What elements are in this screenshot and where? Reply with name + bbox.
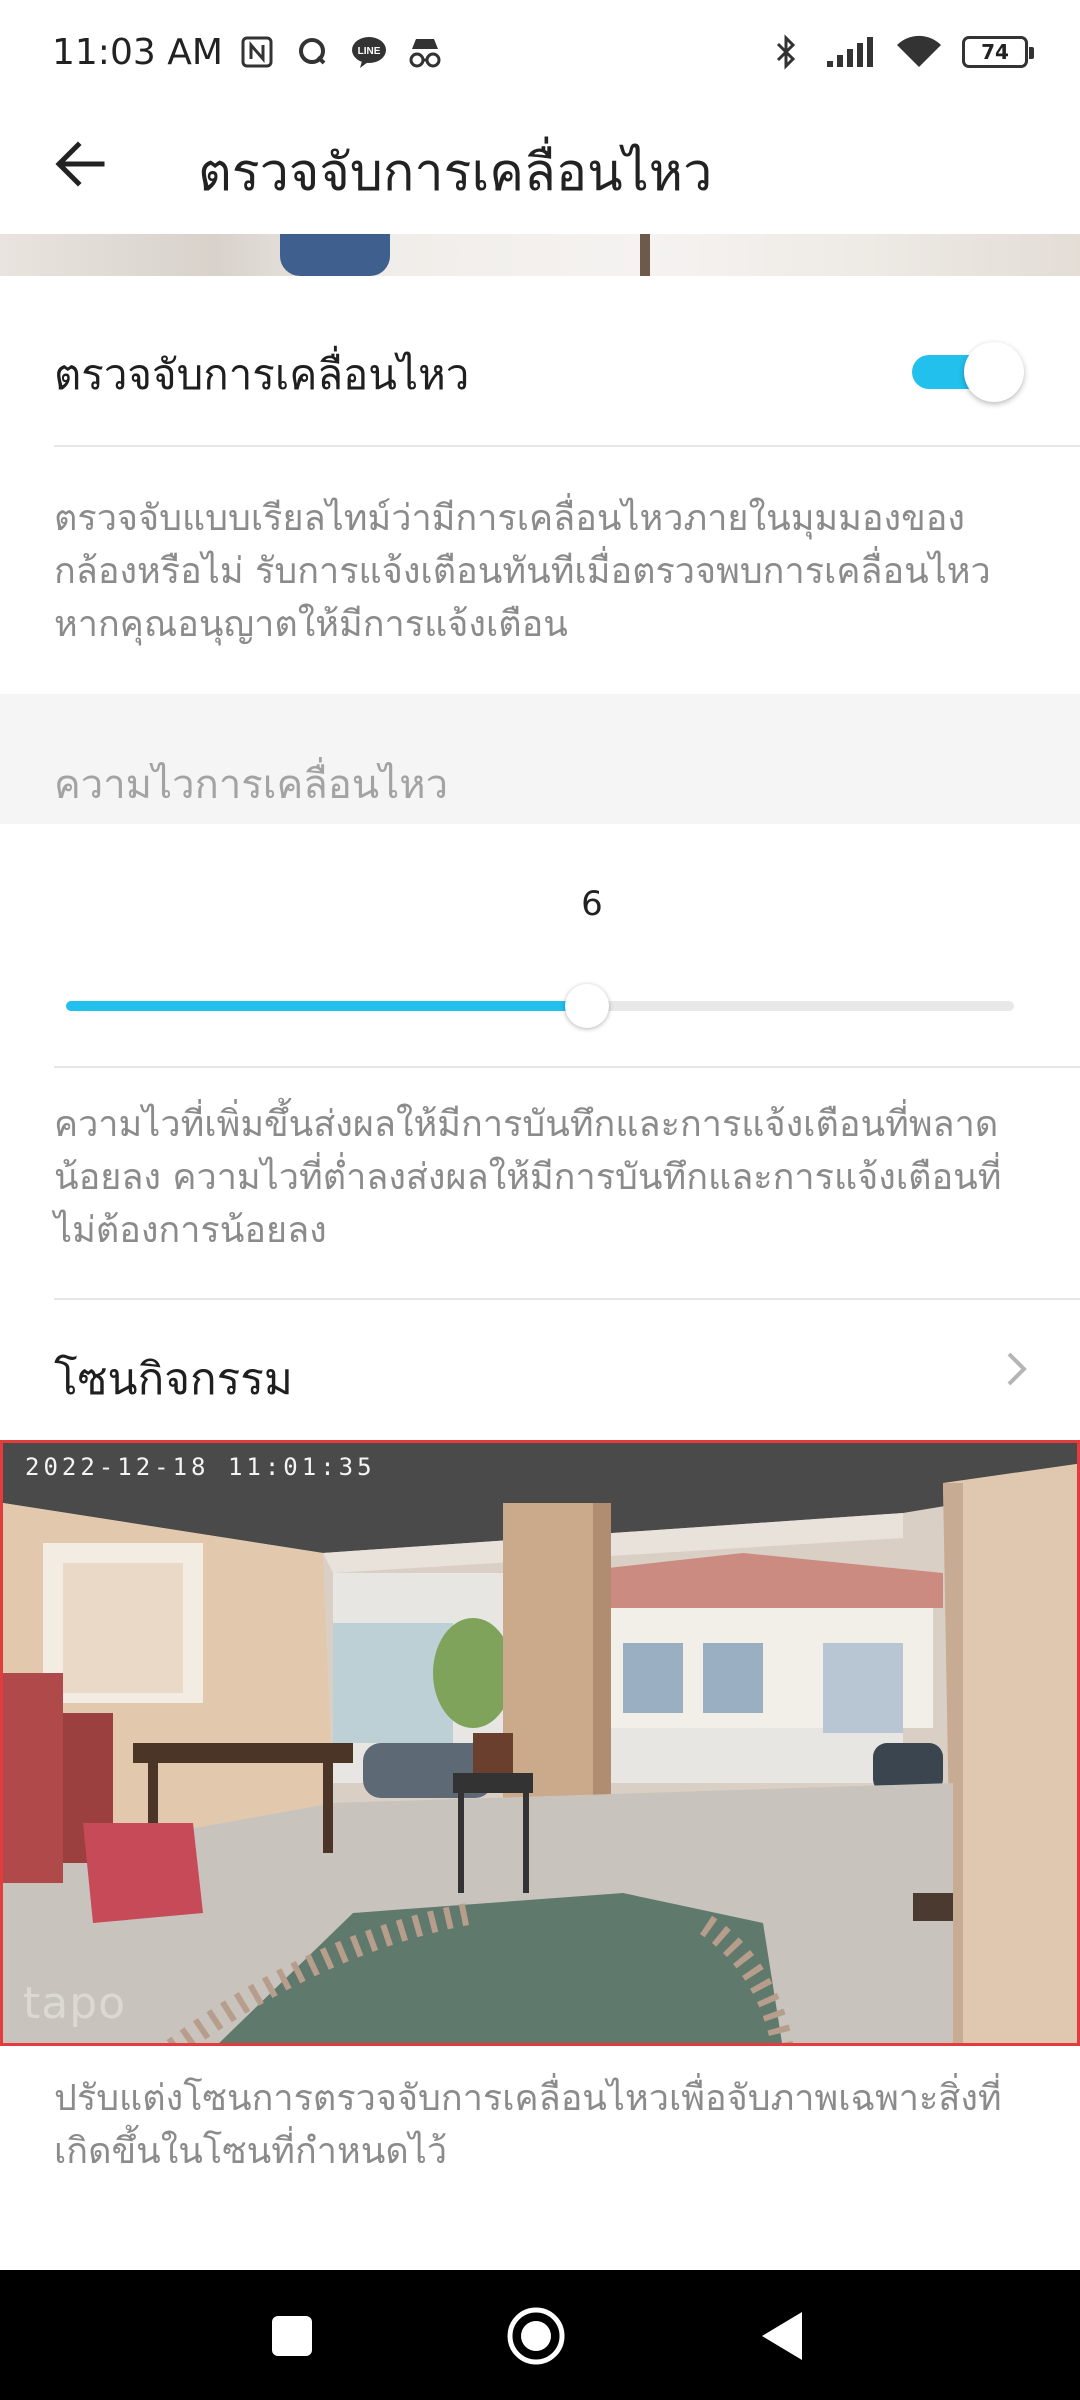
activity-zone-camera-image[interactable]: 2022-12-18 11:01:35 tapo — [0, 1440, 1080, 2046]
back-triangle-icon — [762, 2312, 802, 2360]
preview-figure — [280, 234, 390, 276]
system-nav-bar — [0, 2270, 1080, 2400]
preview-post — [640, 234, 650, 276]
motion-detection-description: ตรวจจับแบบเรียลไทม์ว่ามีการเคลื่อนไหวภาย… — [54, 498, 991, 645]
slider-thumb[interactable] — [565, 984, 610, 1028]
camera-timestamp: 2022-12-18 11:01:35 — [25, 1453, 376, 1481]
sensitivity-value: 6 — [581, 884, 603, 924]
screen: 11:03 AM LINE 74 ตรวจจับการเคลื่อนไหว ตร… — [0, 0, 1080, 2400]
page-title: ตรวจจับการเคลื่อนไหว — [198, 143, 713, 203]
sensitivity-section-header: ความไวการเคลื่อนไหว — [0, 694, 1080, 824]
activity-zone-description: ปรับแต่งโซนการตรวจจับการเคลื่อนไหวเพื่อจ… — [54, 2078, 1002, 2172]
wifi-icon — [894, 32, 944, 72]
recents-button[interactable] — [260, 2304, 324, 2368]
sensitivity-description: ความไวที่เพิ่มขึ้นส่งผลให้มีการบันทึกและ… — [54, 1104, 1002, 1251]
nfc-icon — [237, 32, 277, 72]
home-button[interactable] — [504, 2304, 568, 2368]
activity-zone-row[interactable]: โซนกิจกรรม — [0, 1300, 1080, 1440]
motion-detection-toggle[interactable] — [912, 340, 1024, 402]
status-notification-icons: LINE — [237, 32, 445, 72]
status-bar: 11:03 AM LINE 74 — [0, 0, 1080, 104]
toggle-knob — [964, 342, 1024, 402]
tapo-watermark: tapo — [23, 1978, 127, 2029]
status-system-icons: 74 — [766, 32, 1034, 72]
svg-text:LINE: LINE — [358, 46, 381, 57]
activity-zone-label: โซนกิจกรรม — [54, 1354, 293, 1405]
sensitivity-slider[interactable] — [66, 984, 1014, 1028]
line-icon: LINE — [349, 32, 389, 72]
app-bar: ตรวจจับการเคลื่อนไหว — [0, 104, 1080, 232]
incognito-icon — [405, 32, 445, 72]
arrow-left-icon — [55, 141, 105, 187]
recents-icon — [272, 2316, 312, 2356]
slider-fill — [66, 1001, 588, 1011]
camera-scene — [3, 1443, 1077, 2043]
divider — [54, 445, 1080, 447]
back-button[interactable] — [44, 128, 116, 200]
sensitivity-header-label: ความไวการเคลื่อนไหว — [54, 762, 449, 808]
battery-level: 74 — [981, 40, 1009, 64]
home-icon — [507, 2307, 565, 2365]
camera-preview-strip — [0, 234, 1080, 276]
bluetooth-icon — [766, 32, 806, 72]
battery-icon: 74 — [962, 36, 1034, 68]
chevron-right-icon — [1007, 1352, 1027, 1386]
nav-back-button[interactable] — [750, 2304, 814, 2368]
status-time: 11:03 AM — [52, 31, 223, 73]
chat-icon — [293, 32, 333, 72]
divider — [54, 1066, 1080, 1068]
signal-icon — [824, 32, 876, 72]
motion-detection-label: ตรวจจับการเคลื่อนไหว — [54, 350, 470, 399]
